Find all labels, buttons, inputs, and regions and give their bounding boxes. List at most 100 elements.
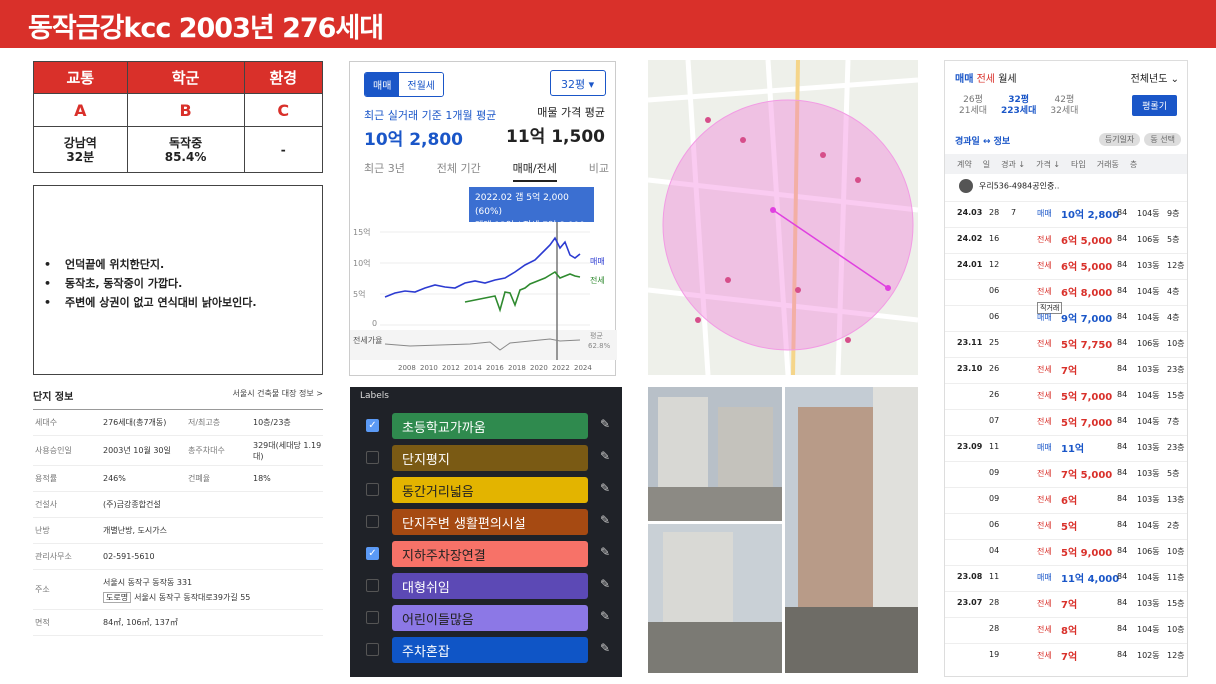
trade-dong: 103동 [1137, 599, 1160, 608]
label-row[interactable]: 대형쉬임 ✎ [350, 573, 622, 599]
pyeong-select[interactable]: 32평 ▾ [550, 70, 606, 96]
label-chip[interactable]: 어린이들많음 [392, 605, 588, 631]
table-row[interactable]: 09 전세 6억 84 103동 13층 [945, 487, 1187, 507]
label-checkbox[interactable]: ✓ [366, 547, 379, 560]
size-32[interactable]: 32평 223세대 [1001, 95, 1036, 117]
size-26[interactable]: 26평 21세대 [959, 95, 987, 117]
table-row[interactable]: 23.10 26 전세 7억 84 103동 23층 [945, 357, 1187, 377]
map-view[interactable] [648, 60, 918, 375]
table-row[interactable]: 24.02 16 전세 6억 5,000 84 106동 5층 [945, 227, 1187, 247]
tab-jeonse[interactable]: 전세 [977, 74, 995, 85]
label-chip[interactable]: 단지주변 생활편의시설 [392, 509, 588, 535]
label-chip[interactable]: 초등학교가까움 [392, 413, 588, 439]
tab-sale[interactable]: 매매 [955, 74, 973, 85]
label-chip[interactable]: 단지평지 [392, 445, 588, 471]
label-checkbox[interactable] [366, 611, 379, 624]
label-checkbox[interactable] [366, 451, 379, 464]
size-42[interactable]: 42평 32세대 [1050, 95, 1078, 117]
tab-monthly[interactable]: 월세 [998, 74, 1016, 85]
table-row[interactable]: 23.11 25 전세 5억 7,750 84 106동 10층 [945, 331, 1187, 351]
trade-type: 전세 [1037, 365, 1052, 374]
column-header[interactable]: 층 [1130, 159, 1137, 170]
tab-all[interactable]: 전체 기간 [437, 160, 481, 182]
year-select[interactable]: 전체년도 ⌄ [1131, 70, 1179, 85]
table-row[interactable]: 04 전세 5억 9,000 84 106동 10층 [945, 539, 1187, 559]
trade-area: 84 [1117, 624, 1128, 633]
y-tick: 0 [372, 319, 377, 328]
label-row[interactable]: ✓ 지하주차장연결 ✎ [350, 541, 622, 567]
label-checkbox[interactable] [366, 483, 379, 496]
trade-month: 23.08 [957, 572, 983, 581]
edit-pencil-icon[interactable]: ✎ [600, 609, 610, 623]
tab-sale[interactable]: 매매 [365, 73, 400, 96]
table-row[interactable]: 23.07 28 전세 7억 84 103동 15층 [945, 591, 1187, 611]
column-header[interactable]: 경과 ↓ [1001, 159, 1025, 170]
trade-day: 26 [989, 364, 1000, 373]
trade-day: 07 [989, 416, 1000, 425]
sort-toggle[interactable]: 경과일 ↔ 정보 [955, 134, 1010, 147]
table-row[interactable]: 19 전세 7억 84 102동 12층 [945, 643, 1187, 663]
column-header[interactable]: 일 [983, 159, 990, 170]
tab-rent[interactable]: 전월세 [399, 73, 444, 96]
table-row[interactable]: 07 전세 5억 7,000 84 104동 7층 [945, 409, 1187, 429]
column-header[interactable]: 가격 ↓ [1036, 159, 1060, 170]
table-row[interactable]: 24.01 12 전세 6억 5,000 84 103동 12층 [945, 253, 1187, 273]
label-row[interactable]: 동간거리넓음 ✎ [350, 477, 622, 503]
info-value: 246% [103, 474, 188, 483]
edit-pencil-icon[interactable]: ✎ [600, 449, 610, 463]
info-value: 329대(세대당 1.19대) [253, 440, 322, 461]
tab-compare[interactable]: 비교 [589, 160, 609, 182]
tab-sale-rent[interactable]: 매매/전세 [512, 160, 557, 182]
tooltip-line: 매매 13억 / 전세 7억 8,000 [475, 221, 585, 231]
info-value-text: 서울시 동작구 동작동 331 [103, 577, 193, 587]
label-chip[interactable]: 지하주차장연결 [392, 541, 588, 567]
info-value-text: 276세대(총7개동) [103, 418, 167, 427]
label-row[interactable]: 단지주변 생활편의시설 ✎ [350, 509, 622, 535]
table-row[interactable]: 06 전세 6억 8,000 84 104동 4층 [945, 279, 1187, 299]
table-row[interactable]: 23.09 11 매매 11억 84 103동 23층 [945, 435, 1187, 455]
chip-registry[interactable]: 등기일자 [1098, 133, 1141, 146]
edit-pencil-icon[interactable]: ✎ [600, 545, 610, 559]
trade-area: 84 [1117, 390, 1128, 399]
table-row[interactable]: 26 전세 5억 7,000 84 104동 15층 [945, 383, 1187, 403]
label-chip[interactable]: 대형쉬임 [392, 573, 588, 599]
table-row[interactable]: 09 전세 7억 5,000 84 103동 5층 [945, 461, 1187, 481]
trade-day: 06 [989, 286, 1000, 295]
size-expand-button[interactable]: 평롤기 [1132, 95, 1177, 116]
label-checkbox[interactable] [366, 579, 379, 592]
period-tabs: 최근 3년 전체 기간 매매/전세 비교 [364, 160, 609, 182]
label-checkbox[interactable]: ✓ [366, 419, 379, 432]
table-row[interactable]: 06 직거래 매매 9억 7,000 84 104동 4층 [945, 302, 1187, 325]
edit-pencil-icon[interactable]: ✎ [600, 641, 610, 655]
label-checkbox[interactable] [366, 515, 379, 528]
grade: A [33, 93, 128, 127]
label-chip[interactable]: 동간거리넓음 [392, 477, 588, 503]
grade: B [126, 93, 245, 127]
edit-pencil-icon[interactable]: ✎ [600, 417, 610, 431]
info-row: 주소 서울시 동작구 동작동 331 도로명 서울시 동작구 동작대로39가길 55 [33, 570, 323, 610]
edit-pencil-icon[interactable]: ✎ [600, 481, 610, 495]
label-row[interactable]: 단지평지 ✎ [350, 445, 622, 471]
label-row[interactable]: ✓ 초등학교가까움 ✎ [350, 413, 622, 439]
table-row[interactable]: 28 전세 8억 84 104동 10층 [945, 617, 1187, 637]
broker-row[interactable]: 우리536-4984공인중.. [959, 179, 1059, 193]
table-row[interactable]: 06 전세 5억 84 104동 2층 [945, 513, 1187, 533]
trade-price: 6억 [1061, 496, 1078, 507]
trade-price: 7억 [1061, 366, 1078, 377]
edit-pencil-icon[interactable]: ✎ [600, 577, 610, 591]
label-checkbox[interactable] [366, 643, 379, 656]
trade-area: 84 [1117, 416, 1128, 425]
info-link[interactable]: 서울시 건축물 대장 정보 > [233, 388, 323, 403]
label-row[interactable]: 어린이들많음 ✎ [350, 605, 622, 631]
chip-dong[interactable]: 동 선택 [1144, 133, 1181, 146]
table-row[interactable]: 24.03 28 7 매매 10억 2,800 84 104동 9층 [945, 201, 1187, 221]
table-row[interactable]: 23.08 11 매매 11억 4,000 84 104동 11층 [945, 565, 1187, 585]
label-chip[interactable]: 주차혼잡 [392, 637, 588, 663]
note: 언덕끝에 위치한단지. [44, 256, 322, 272]
column-header[interactable]: 거래동 [1097, 159, 1119, 170]
label-row[interactable]: 주차혼잡 ✎ [350, 637, 622, 663]
column-header[interactable]: 타입 [1071, 159, 1086, 170]
column-header[interactable]: 계약 [957, 159, 972, 170]
tab-3y[interactable]: 최근 3년 [364, 160, 405, 182]
edit-pencil-icon[interactable]: ✎ [600, 513, 610, 527]
